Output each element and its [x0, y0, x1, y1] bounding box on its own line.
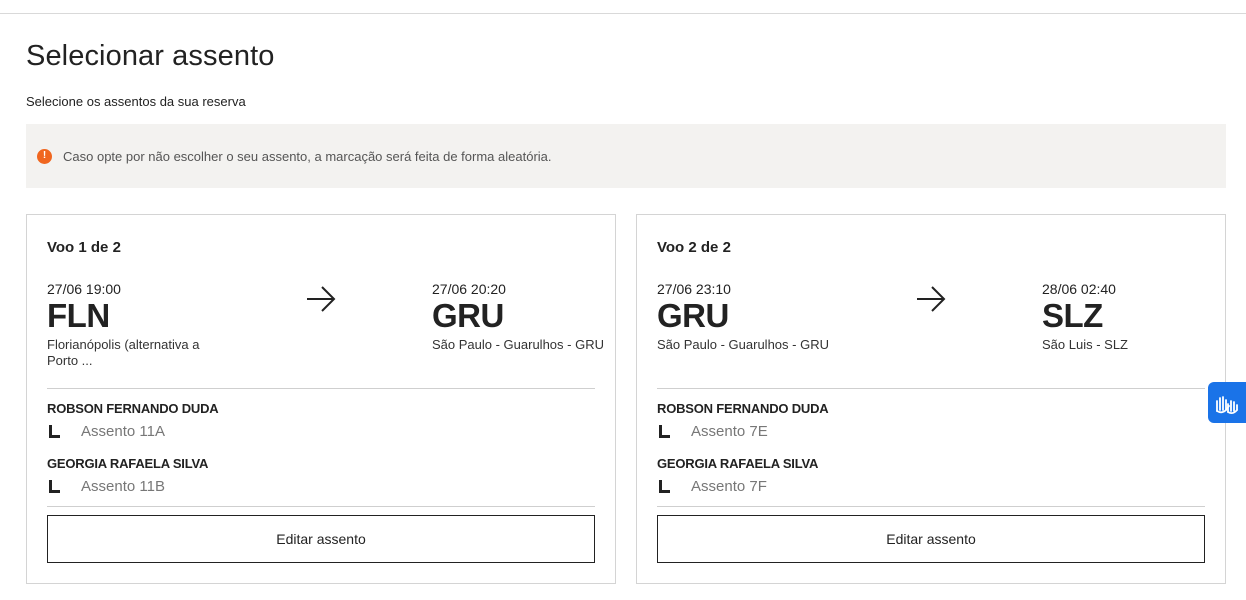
arrival-time: 28/06 02:40 — [1042, 281, 1116, 297]
destination-city: São Paulo - Guarulhos - GRU — [432, 337, 604, 352]
seat-row: Assento 11A — [47, 423, 165, 440]
sign-language-icon — [1216, 395, 1238, 414]
destination-code: SLZ — [1042, 297, 1103, 334]
seat-number: Assento 7E — [691, 423, 768, 440]
notice-text: Caso opte por não escolher o seu assento… — [63, 148, 552, 164]
flight-label: Voo 2 de 2 — [657, 239, 731, 256]
origin-code: GRU — [657, 297, 729, 334]
divider — [47, 506, 595, 507]
arrow-right-icon — [307, 286, 336, 312]
seat-icon — [659, 479, 670, 493]
seat-number: Assento 7F — [691, 478, 767, 495]
departure-time: 27/06 23:10 — [657, 281, 731, 297]
destination-city: São Luis - SLZ — [1042, 337, 1128, 352]
passenger-name: GEORGIA RAFAELA SILVA — [657, 456, 819, 471]
accessibility-button[interactable] — [1208, 382, 1246, 423]
divider — [657, 388, 1205, 389]
flight-label: Voo 1 de 2 — [47, 239, 121, 256]
divider — [657, 506, 1205, 507]
arrival-time: 27/06 20:20 — [432, 281, 506, 297]
passenger-name: ROBSON FERNANDO DUDA — [657, 401, 829, 416]
page-title: Selecionar assento — [26, 40, 275, 72]
destination-code: GRU — [432, 297, 504, 334]
seat-row: Assento 7F — [657, 478, 767, 495]
arrow-right-icon — [917, 286, 946, 312]
origin-city: Florianópolis (alternativa a Porto ... — [47, 337, 200, 368]
seat-row: Assento 7E — [657, 423, 768, 440]
flight-card-1: Voo 1 de 2 27/06 19:00 FLN Florianópolis… — [26, 214, 616, 584]
passenger-name: ROBSON FERNANDO DUDA — [47, 401, 219, 416]
origin-code: FLN — [47, 297, 110, 334]
departure-time: 27/06 19:00 — [47, 281, 121, 297]
seat-icon — [49, 479, 60, 493]
origin-city: São Paulo - Guarulhos - GRU — [657, 337, 829, 352]
seat-number: Assento 11A — [81, 423, 165, 440]
seat-row: Assento 11B — [47, 478, 165, 495]
edit-seat-button[interactable]: Editar assento — [47, 515, 595, 563]
seat-icon — [659, 424, 670, 438]
flight-card-2: Voo 2 de 2 27/06 23:10 GRU São Paulo - G… — [636, 214, 1226, 584]
divider — [47, 388, 595, 389]
edit-seat-button[interactable]: Editar assento — [657, 515, 1205, 563]
top-divider — [0, 13, 1246, 14]
seat-icon — [49, 424, 60, 438]
info-notice: ! Caso opte por não escolher o seu assen… — [26, 124, 1226, 188]
page-subtitle: Selecione os assentos da sua reserva — [26, 94, 246, 109]
seat-number: Assento 11B — [81, 478, 165, 495]
passenger-name: GEORGIA RAFAELA SILVA — [47, 456, 209, 471]
exclamation-icon: ! — [37, 148, 52, 164]
